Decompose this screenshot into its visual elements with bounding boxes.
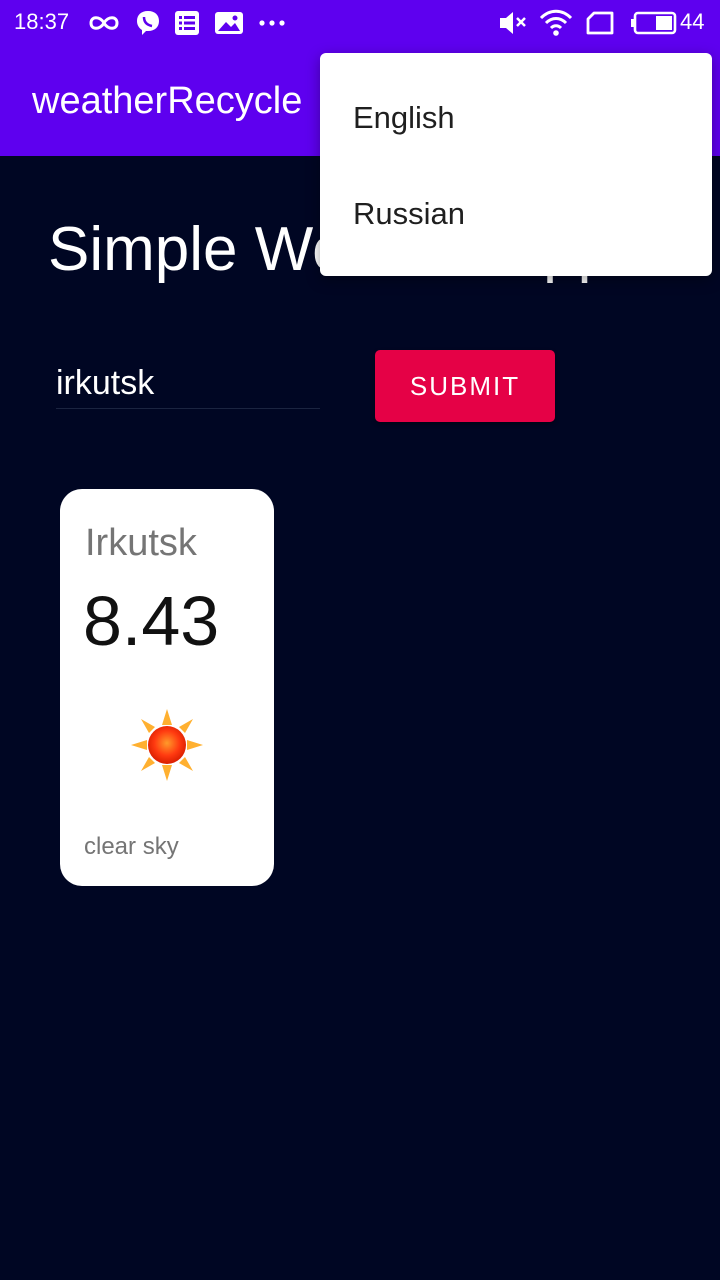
more-dots-icon bbox=[259, 20, 285, 26]
status-time: 18:37 bbox=[14, 9, 70, 34]
city-input[interactable] bbox=[56, 358, 320, 409]
status-bar: 18:37 44 bbox=[0, 0, 720, 46]
card-temperature: 8.43 bbox=[83, 582, 220, 660]
card-description: clear sky bbox=[84, 833, 179, 860]
card-city: Irkutsk bbox=[85, 522, 197, 564]
language-menu: English Russian bbox=[320, 53, 712, 276]
notes-icon bbox=[175, 11, 199, 35]
weather-card[interactable]: Irkutsk 8.43 clear sky bbox=[60, 489, 274, 886]
viber-icon bbox=[137, 11, 159, 35]
wifi-icon bbox=[539, 9, 573, 36]
gallery-icon bbox=[215, 12, 243, 34]
infinity-icon bbox=[89, 16, 119, 30]
mute-icon bbox=[500, 12, 526, 34]
app-title: weatherRecycle bbox=[32, 80, 303, 122]
battery-percent: 44 bbox=[680, 9, 705, 34]
submit-button[interactable]: SUBMIT bbox=[375, 350, 555, 422]
sun-icon bbox=[131, 709, 203, 781]
battery-icon bbox=[631, 11, 677, 35]
menu-item-russian[interactable]: Russian bbox=[320, 166, 712, 262]
sim-icon bbox=[586, 11, 614, 35]
menu-item-english[interactable]: English bbox=[320, 70, 712, 166]
